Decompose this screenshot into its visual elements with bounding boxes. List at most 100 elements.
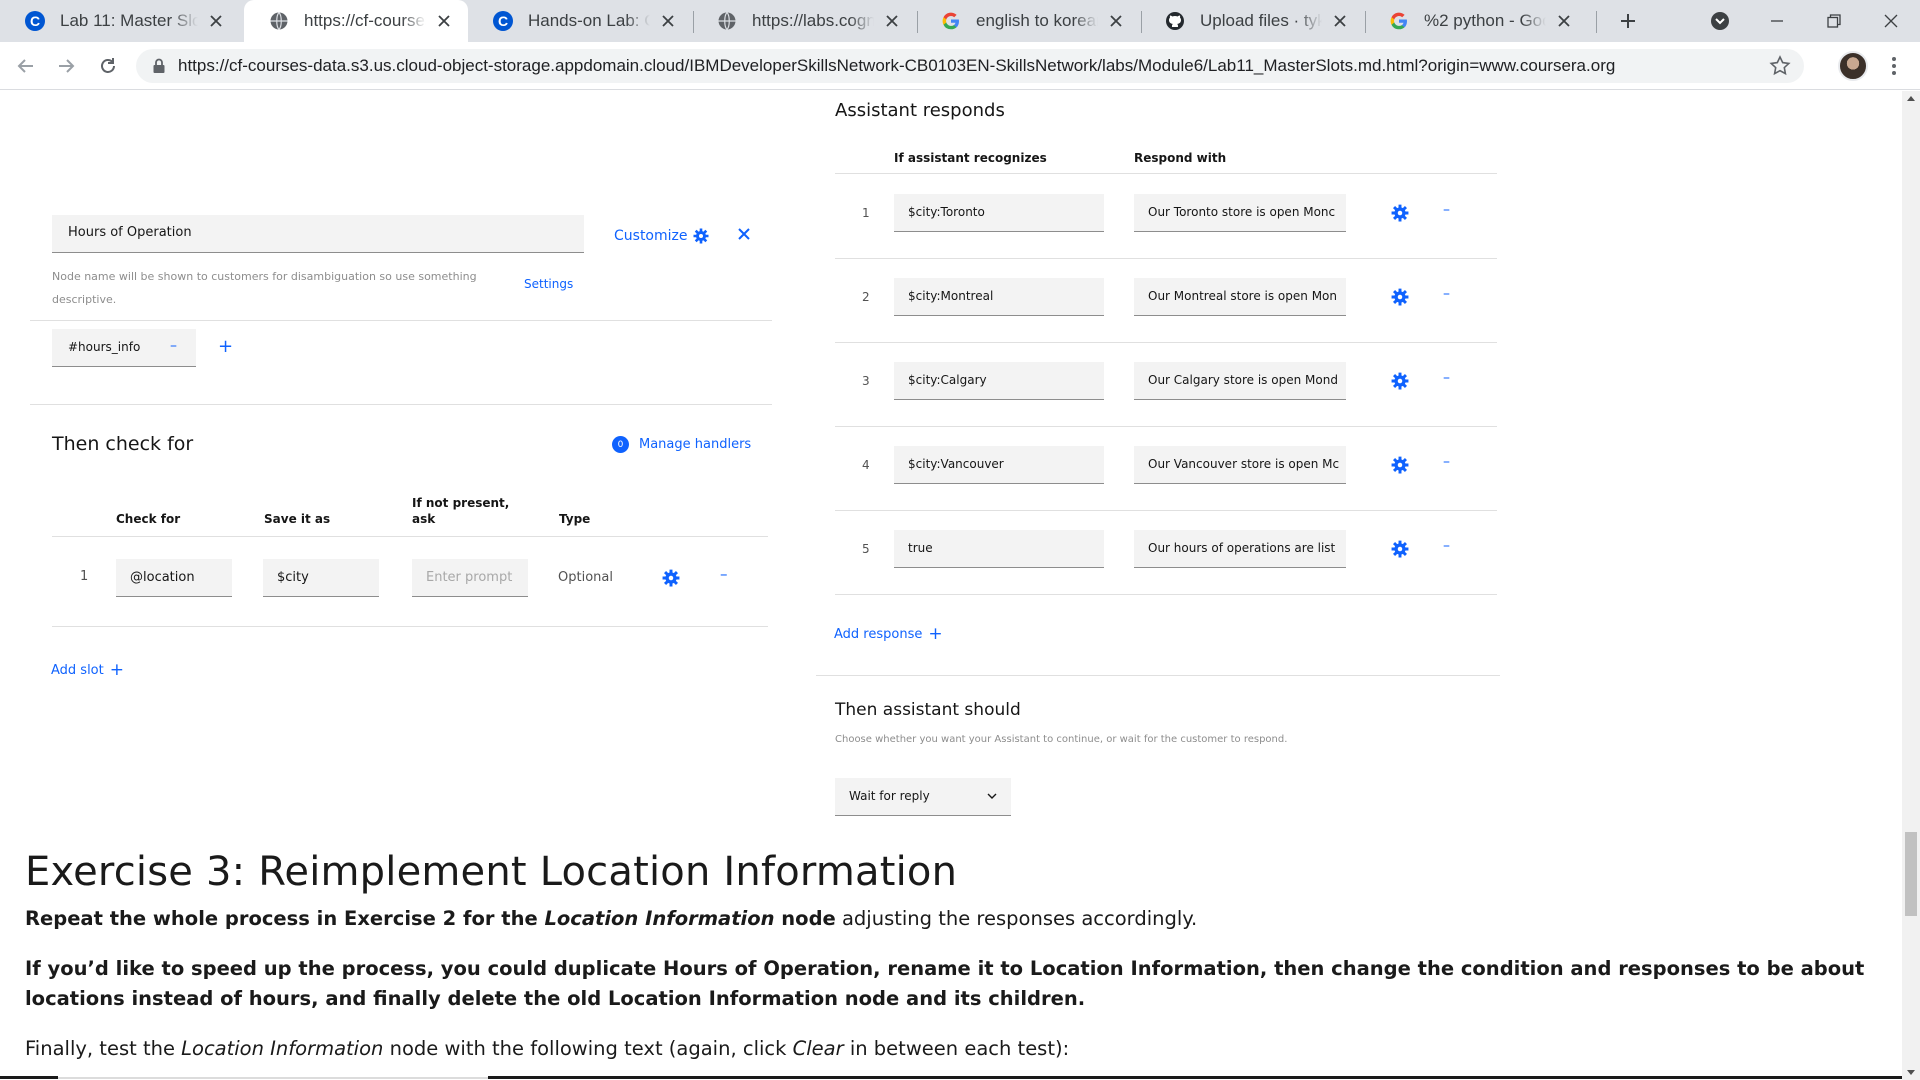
github-icon <box>1164 10 1186 32</box>
slot-check-for-field: @location <box>116 559 232 597</box>
remove-slot-icon: – <box>720 565 728 583</box>
divider <box>835 173 1497 174</box>
gear-icon <box>1391 456 1409 474</box>
scroll-down-icon[interactable] <box>1907 1070 1915 1076</box>
handler-count-icon: 0 <box>612 436 629 453</box>
lock-icon <box>153 58 165 73</box>
forward-button[interactable] <box>50 50 82 82</box>
close-tab-icon[interactable] <box>1328 9 1352 33</box>
p1-rest: adjusting the responses accordingly. <box>835 907 1198 930</box>
chevron-down-circle-icon <box>1711 12 1729 30</box>
browser-tab[interactable]: https://labs.cognitive <box>692 0 916 42</box>
wait-for-reply-select: Wait for reply <box>835 778 1011 816</box>
browser-tab[interactable]: C Lab 11: Master Slots | <box>0 0 240 42</box>
tab-separator <box>1596 11 1597 33</box>
browser-tab[interactable]: https://cf-courses-dat <box>244 0 468 42</box>
p3-c: node with the following text (again, cli… <box>383 1037 793 1060</box>
then-check-title: Then check for <box>52 433 194 455</box>
p1-node-name: Location Information <box>544 907 775 930</box>
tab-title: Hands-on Lab: Creati <box>528 11 650 30</box>
browser-tab[interactable]: C Hands-on Lab: Creati <box>468 0 692 42</box>
gear-icon <box>693 228 708 244</box>
reload-icon <box>101 58 115 73</box>
profile-avatar[interactable] <box>1838 51 1868 81</box>
p3-e: in between each test): <box>843 1037 1070 1060</box>
divider <box>816 675 1500 676</box>
chevron-down-icon <box>987 793 997 799</box>
remove-response-icon: – <box>1443 538 1450 554</box>
page-content: Hours of Operation Customize Node name w… <box>0 91 1902 1080</box>
tab-title: https://cf-courses-dat <box>304 11 426 30</box>
minimize-button[interactable] <box>1748 0 1806 42</box>
slot-header-if-not-present: If not present, ask <box>412 496 510 526</box>
close-tab-icon[interactable] <box>1552 9 1576 33</box>
coursera-icon: C <box>492 10 514 32</box>
close-icon <box>1884 14 1898 28</box>
add-condition-icon: + <box>218 336 234 357</box>
slot-header-check-for: Check for <box>116 512 181 526</box>
add-response-link: Add response + <box>834 624 943 644</box>
customize-label: Customize <box>614 228 688 244</box>
plus-icon <box>1621 14 1635 28</box>
divider <box>30 404 772 405</box>
p3-a: Finally, test the <box>25 1037 182 1060</box>
divider <box>835 510 1497 511</box>
browser-tab[interactable]: %2 python - Google <box>1364 0 1588 42</box>
gear-icon <box>1391 372 1409 390</box>
address-bar[interactable]: https://cf-courses-data.s3.us.cloud-obje… <box>136 49 1804 83</box>
scroll-up-icon[interactable] <box>1907 95 1915 101</box>
restore-button[interactable] <box>1805 0 1863 42</box>
manage-handlers-label: Manage handlers <box>639 437 752 452</box>
slot-save-as-field: $city <box>263 559 379 597</box>
scrollbar-thumb[interactable] <box>1905 832 1917 916</box>
restore-icon <box>1827 14 1841 28</box>
divider <box>835 342 1497 343</box>
browser-tab[interactable]: Upload files · tykims3 <box>1140 0 1364 42</box>
close-icon <box>738 228 750 240</box>
reload-button[interactable] <box>92 50 124 82</box>
url-text[interactable]: https://cf-courses-data.s3.us.cloud-obje… <box>178 56 1768 76</box>
browser-tab[interactable]: english to korean - G <box>916 0 1140 42</box>
response-condition-field: $city:Toronto <box>894 194 1104 232</box>
close-window-button[interactable] <box>1862 0 1920 42</box>
new-tab-button[interactable] <box>1612 5 1644 37</box>
coursera-icon: C <box>24 10 46 32</box>
response-number: 4 <box>862 458 870 472</box>
resp-header-condition: If assistant recognizes <box>894 151 1047 165</box>
intent-condition-label: #hours_info <box>68 340 141 354</box>
response-text-field: Our Toronto store is open Monc <box>1134 194 1346 232</box>
tab-title: Lab 11: Master Slots | <box>60 11 198 30</box>
customize-link: Customize <box>614 228 709 244</box>
then-assistant-title: Then assistant should <box>835 700 1021 720</box>
p1-bold-a: Repeat the whole process in Exercise 2 f… <box>25 907 545 930</box>
page-scrollbar[interactable] <box>1902 91 1920 1080</box>
back-button[interactable] <box>10 50 42 82</box>
paragraph-finally: Finally, test the Location Information n… <box>25 1034 1875 1064</box>
p3-node-name: Location Information <box>181 1037 384 1060</box>
manage-handlers-link: 0 Manage handlers <box>612 436 751 453</box>
globe-icon <box>716 10 738 32</box>
wait-option-label: Wait for reply <box>849 789 930 803</box>
add-slot-label: Add slot <box>51 662 104 678</box>
bookmark-star-icon[interactable] <box>1768 54 1792 78</box>
close-tab-icon[interactable] <box>1104 9 1128 33</box>
close-tab-icon[interactable] <box>880 9 904 33</box>
plus-icon: + <box>109 660 124 680</box>
close-tab-icon[interactable] <box>656 9 680 33</box>
close-tab-icon[interactable] <box>204 9 228 33</box>
node-name-helper-text: Node name will be shown to customers for… <box>52 270 477 306</box>
tab-title: Upload files · tykims3 <box>1200 11 1322 30</box>
divider <box>30 320 772 321</box>
plus-icon: + <box>928 624 943 644</box>
gear-icon <box>1391 540 1409 558</box>
remove-response-icon: – <box>1443 370 1450 386</box>
response-number: 1 <box>862 206 870 220</box>
gear-icon <box>1391 204 1409 222</box>
response-text-field: Our hours of operations are list <box>1134 530 1346 568</box>
close-tab-icon[interactable] <box>432 9 456 33</box>
slot-header-save-as: Save it as <box>264 512 331 526</box>
browser-menu-button[interactable] <box>1880 50 1908 82</box>
divider <box>835 594 1497 595</box>
tab-search-button[interactable] <box>1708 9 1732 33</box>
gear-icon <box>1391 288 1409 306</box>
